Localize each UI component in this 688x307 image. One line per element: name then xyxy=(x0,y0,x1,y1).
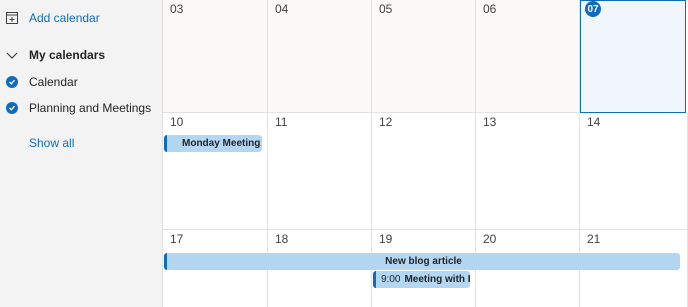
calendar-item-label: Planning and Meetings xyxy=(29,101,152,115)
calendar-item-calendar[interactable]: Calendar xyxy=(6,75,78,89)
day-cell[interactable]: 06 xyxy=(476,0,580,113)
add-calendar-button[interactable]: Add calendar xyxy=(6,11,100,25)
show-all-link[interactable]: Show all xyxy=(29,136,74,150)
add-calendar-icon xyxy=(6,12,18,24)
day-number: 14 xyxy=(587,115,601,129)
day-number: 20 xyxy=(483,232,497,246)
my-calendars-header[interactable]: My calendars xyxy=(6,48,105,62)
day-cell[interactable]: 13 xyxy=(476,113,580,230)
day-number: 03 xyxy=(170,2,184,16)
day-number: 10 xyxy=(170,115,184,129)
day-number: 11 xyxy=(275,115,288,129)
day-cell[interactable]: 12 xyxy=(372,113,476,230)
event-meeting-with-kate[interactable]: 9:00 Meeting with Kate xyxy=(373,271,470,288)
event-title: New blog article xyxy=(385,256,462,267)
event-title: Meeting with Kate xyxy=(404,274,470,285)
day-cell[interactable]: 05 xyxy=(372,0,476,113)
day-cell-today[interactable]: 07 xyxy=(580,0,686,113)
event-monday-meeting[interactable]: Monday Meeting xyxy=(164,135,262,152)
my-calendars-label: My calendars xyxy=(29,48,106,62)
day-number: 12 xyxy=(379,115,393,129)
today-badge: 07 xyxy=(585,1,601,17)
event-new-blog-article[interactable]: New blog article xyxy=(164,253,680,270)
day-cell[interactable]: 03 xyxy=(163,0,268,113)
day-number: 05 xyxy=(379,2,393,16)
month-grid: 03 04 05 06 07 10 11 12 13 14 17 18 19 2… xyxy=(163,0,688,307)
chevron-down-icon xyxy=(6,49,18,61)
sidebar: Add calendar My calendars Calendar Plann… xyxy=(0,0,163,307)
event-time: 9:00 xyxy=(381,274,401,285)
day-cell[interactable]: 11 xyxy=(268,113,372,230)
day-number: 17 xyxy=(170,232,184,246)
add-calendar-label: Add calendar xyxy=(29,11,100,25)
day-number: 18 xyxy=(275,232,289,246)
day-number: 19 xyxy=(379,232,393,246)
calendar-item-label: Calendar xyxy=(29,75,78,89)
day-number: 21 xyxy=(587,232,601,246)
day-number: 04 xyxy=(275,2,289,16)
day-number: 13 xyxy=(483,115,497,129)
day-number: 06 xyxy=(483,2,497,16)
event-title: Monday Meeting xyxy=(182,138,261,149)
checked-circle-icon xyxy=(6,76,18,88)
calendar-item-planning[interactable]: Planning and Meetings xyxy=(6,101,151,115)
checked-circle-icon xyxy=(6,102,18,114)
day-cell[interactable]: 04 xyxy=(268,0,372,113)
day-cell[interactable]: 10 xyxy=(163,113,268,230)
day-cell[interactable]: 14 xyxy=(580,113,688,230)
